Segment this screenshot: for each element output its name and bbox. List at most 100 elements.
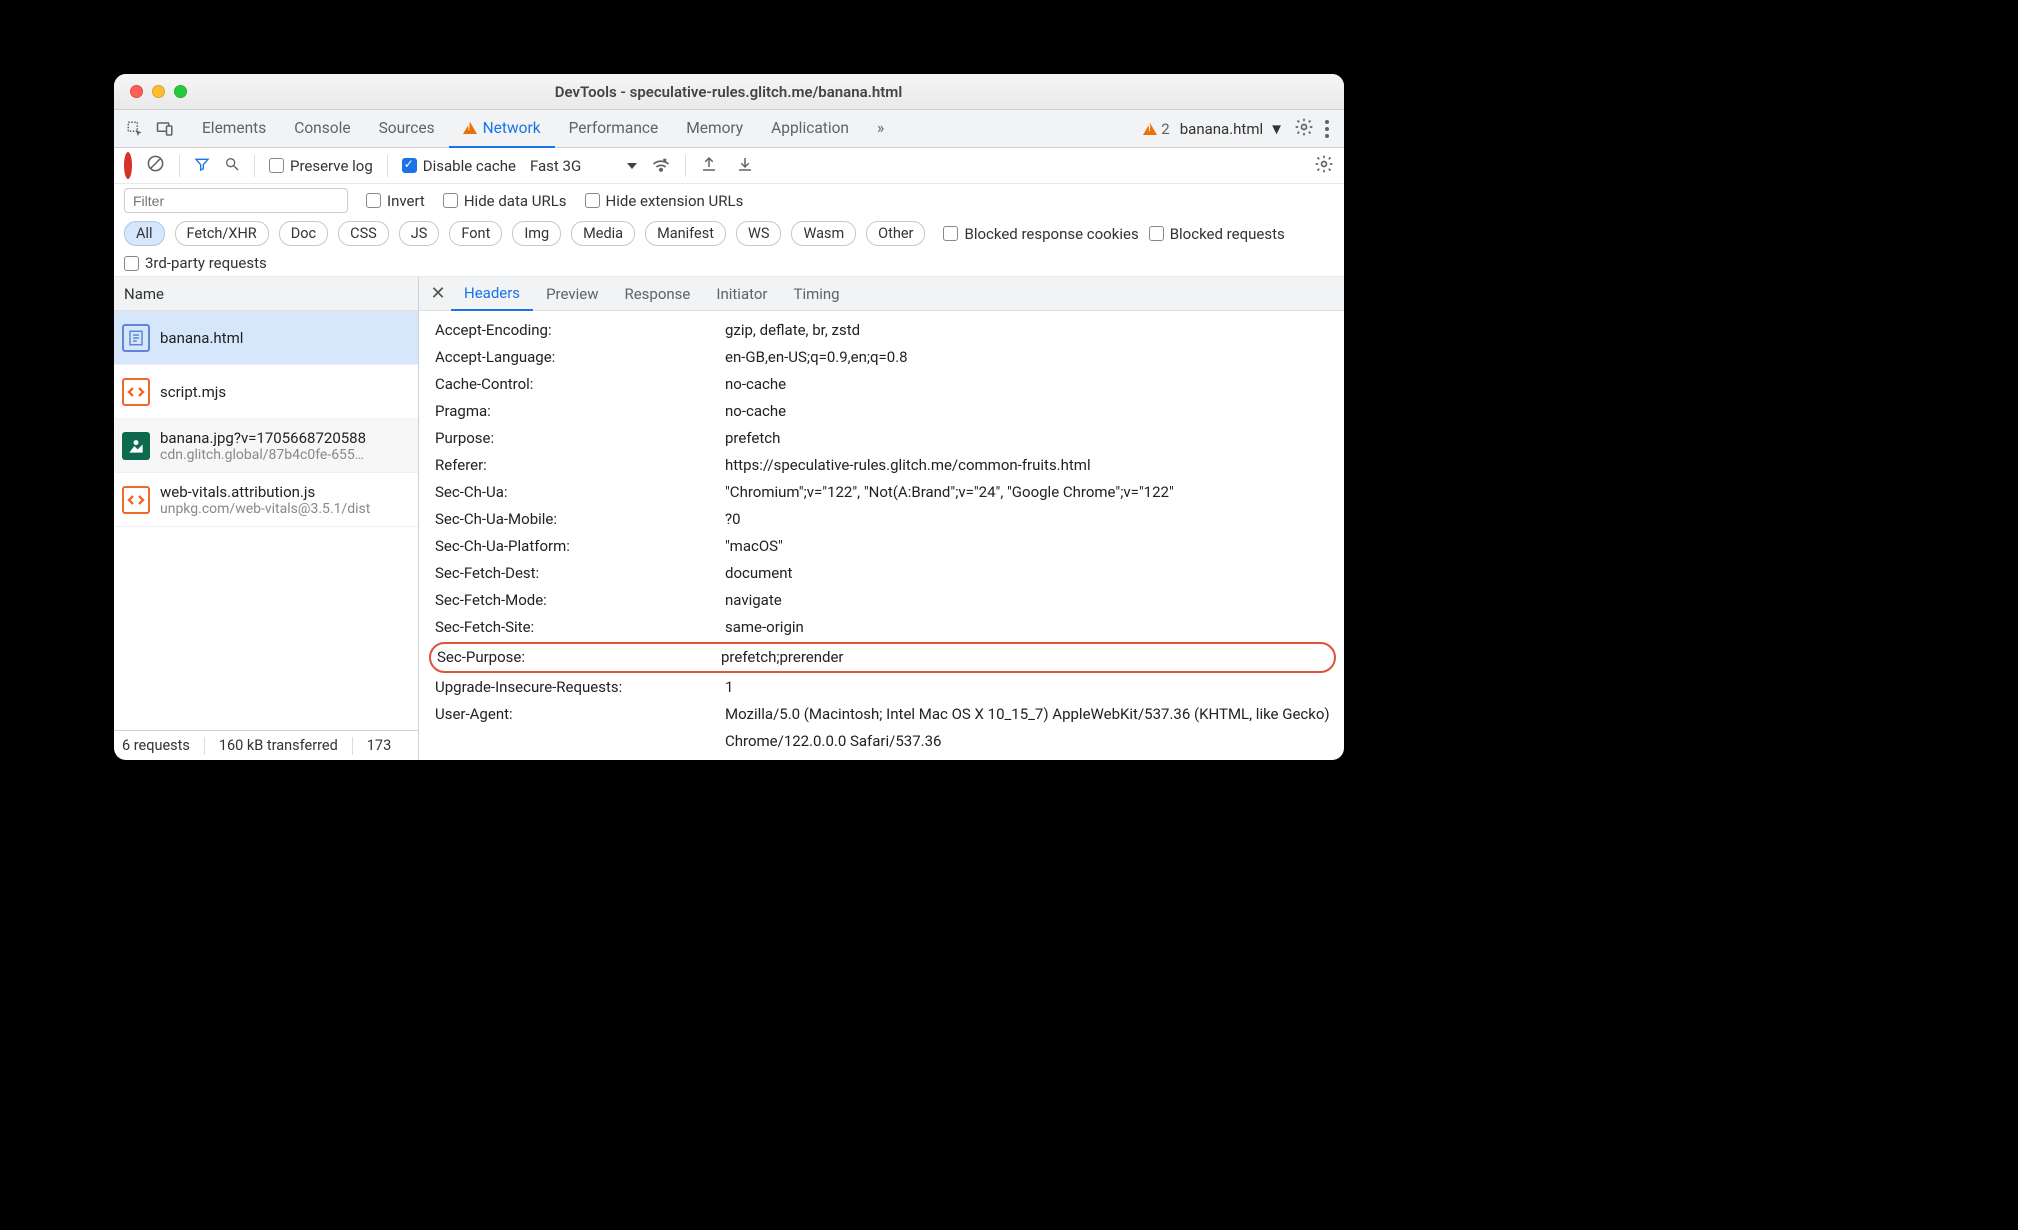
- hide-data-urls-checkbox[interactable]: Hide data URLs: [443, 192, 567, 210]
- header-key: Sec-Fetch-Dest:: [435, 560, 725, 587]
- blocked-requests-checkbox[interactable]: Blocked requests: [1149, 225, 1285, 243]
- request-row[interactable]: web-vitals.attribution.js unpkg.com/web-…: [114, 473, 418, 527]
- detail-tab-headers[interactable]: Headers: [451, 277, 533, 311]
- header-key: User-Agent:: [435, 701, 725, 755]
- issues-counter[interactable]: 2: [1143, 120, 1169, 138]
- close-detail-button[interactable]: ✕: [425, 283, 451, 304]
- request-row[interactable]: banana.jpg?v=1705668720588 cdn.glitch.gl…: [114, 419, 418, 473]
- header-value: gzip, deflate, br, zstd: [725, 317, 1344, 344]
- header-value: https://speculative-rules.glitch.me/comm…: [725, 452, 1344, 479]
- headers-list: Accept-Encoding:gzip, deflate, br, zstdA…: [419, 311, 1344, 760]
- detail-panel: ✕ Headers Preview Response Initiator Tim…: [419, 277, 1344, 760]
- inspect-icon[interactable]: [120, 114, 150, 144]
- request-list-panel: Name banana.html script.mjs banana.jpg?v…: [114, 277, 419, 760]
- header-row: Accept-Encoding:gzip, deflate, br, zstd: [435, 317, 1344, 344]
- tab-sources[interactable]: Sources: [365, 110, 449, 148]
- main-tabbar: Elements Console Sources Network Perform…: [114, 110, 1344, 148]
- tab-application[interactable]: Application: [757, 110, 863, 148]
- header-key: Sec-Fetch-Mode:: [435, 587, 725, 614]
- device-icon[interactable]: [150, 114, 180, 144]
- devtools-window: DevTools - speculative-rules.glitch.me/b…: [114, 74, 1344, 760]
- request-row[interactable]: banana.html: [114, 311, 418, 365]
- detail-tab-response[interactable]: Response: [611, 277, 703, 311]
- download-har-icon[interactable]: [736, 155, 754, 177]
- filter-icon[interactable]: [194, 156, 210, 176]
- header-value: Mozilla/5.0 (Macintosh; Intel Mac OS X 1…: [725, 701, 1344, 755]
- blocked-cookies-checkbox[interactable]: Blocked response cookies: [943, 225, 1138, 243]
- tab-memory[interactable]: Memory: [672, 110, 757, 148]
- type-filter-other[interactable]: Other: [866, 221, 925, 246]
- tab-performance[interactable]: Performance: [555, 110, 673, 148]
- more-tabs-button[interactable]: »: [863, 110, 898, 148]
- transferred-size: 160 kB transferred: [219, 737, 338, 754]
- network-conditions-icon[interactable]: [651, 154, 671, 178]
- header-row: Sec-Ch-Ua-Mobile:?0: [435, 506, 1344, 533]
- header-key: Accept-Language:: [435, 344, 725, 371]
- throttling-select[interactable]: Fast 3G: [530, 157, 637, 175]
- type-filter-all[interactable]: All: [124, 221, 165, 246]
- header-value: same-origin: [725, 614, 1344, 641]
- minimize-window-button[interactable]: [152, 85, 165, 98]
- record-button[interactable]: [124, 156, 132, 175]
- header-key: Sec-Ch-Ua:: [435, 479, 725, 506]
- type-filter-img[interactable]: Img: [512, 221, 561, 246]
- network-settings-icon[interactable]: [1314, 154, 1334, 178]
- type-filter-wasm[interactable]: Wasm: [791, 221, 856, 246]
- header-row: Sec-Ch-Ua-Platform:"macOS": [435, 533, 1344, 560]
- zoom-window-button[interactable]: [174, 85, 187, 98]
- network-toolbar: Preserve log Disable cache Fast 3G: [114, 148, 1344, 184]
- hide-ext-urls-checkbox[interactable]: Hide extension URLs: [585, 192, 744, 210]
- header-value: prefetch;prerender: [721, 644, 1328, 671]
- type-filter-js[interactable]: JS: [399, 221, 440, 246]
- clear-button[interactable]: [146, 154, 165, 177]
- header-row: Referer:https://speculative-rules.glitch…: [435, 452, 1344, 479]
- tab-elements[interactable]: Elements: [188, 110, 280, 148]
- type-filter-doc[interactable]: Doc: [279, 221, 328, 246]
- tab-console[interactable]: Console: [280, 110, 364, 148]
- request-count: 6 requests: [122, 737, 190, 754]
- detail-tab-preview[interactable]: Preview: [533, 277, 611, 311]
- chevron-down-icon: ▼: [1269, 120, 1284, 138]
- header-value: no-cache: [725, 398, 1344, 425]
- type-filter-fetch[interactable]: Fetch/XHR: [175, 221, 269, 246]
- type-filter-ws[interactable]: WS: [736, 221, 781, 246]
- type-filter-media[interactable]: Media: [571, 221, 635, 246]
- panel-tabs: Elements Console Sources Network Perform…: [188, 110, 1143, 148]
- warning-icon: [1143, 123, 1157, 135]
- more-icon[interactable]: [1324, 119, 1330, 139]
- name-column-header[interactable]: Name: [114, 277, 418, 311]
- context-selector[interactable]: banana.html▼: [1180, 120, 1284, 138]
- type-filter-font[interactable]: Font: [449, 221, 502, 246]
- invert-checkbox[interactable]: Invert: [366, 192, 425, 210]
- preserve-log-checkbox[interactable]: Preserve log: [269, 157, 373, 175]
- image-icon: [122, 432, 150, 460]
- detail-tab-initiator[interactable]: Initiator: [703, 277, 780, 311]
- script-icon: [122, 486, 150, 514]
- header-key: Referer:: [435, 452, 725, 479]
- search-icon[interactable]: [224, 156, 240, 176]
- tab-network[interactable]: Network: [449, 110, 555, 148]
- header-key: Sec-Purpose:: [437, 644, 721, 671]
- upload-har-icon[interactable]: [700, 155, 718, 177]
- type-filter-css[interactable]: CSS: [338, 221, 389, 246]
- settings-icon[interactable]: [1294, 117, 1314, 141]
- header-row: Accept-Language:en-GB,en-US;q=0.9,en;q=0…: [435, 344, 1344, 371]
- header-row: Cache-Control:no-cache: [435, 371, 1344, 398]
- header-value: "macOS": [725, 533, 1344, 560]
- script-icon: [122, 378, 150, 406]
- detail-tab-timing[interactable]: Timing: [781, 277, 853, 311]
- document-icon: [122, 324, 150, 352]
- header-value: "Chromium";v="122", "Not(A:Brand";v="24"…: [725, 479, 1344, 506]
- header-row: Sec-Fetch-Dest:document: [435, 560, 1344, 587]
- filter-input[interactable]: [124, 188, 348, 213]
- header-key: Cache-Control:: [435, 371, 725, 398]
- type-filter-manifest[interactable]: Manifest: [645, 221, 726, 246]
- third-party-checkbox[interactable]: 3rd-party requests: [124, 254, 267, 272]
- request-row[interactable]: script.mjs: [114, 365, 418, 419]
- status-bar: 6 requests 160 kB transferred 173: [114, 730, 418, 760]
- close-window-button[interactable]: [130, 85, 143, 98]
- header-key: Pragma:: [435, 398, 725, 425]
- header-key: Sec-Ch-Ua-Mobile:: [435, 506, 725, 533]
- titlebar: DevTools - speculative-rules.glitch.me/b…: [114, 74, 1344, 110]
- disable-cache-checkbox[interactable]: Disable cache: [402, 157, 516, 175]
